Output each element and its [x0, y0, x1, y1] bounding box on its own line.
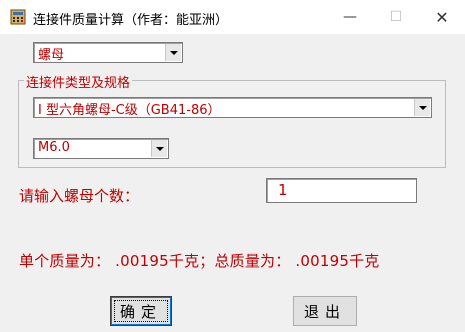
maximize-icon: ☐ — [389, 9, 403, 25]
chevron-down-icon[interactable] — [165, 44, 181, 61]
thread-size-value: M6.0 — [38, 140, 70, 155]
maximize-button[interactable]: ☐ — [373, 0, 419, 34]
minimize-button[interactable]: — — [327, 0, 373, 34]
part-type-select[interactable]: 螺母 — [33, 42, 183, 63]
chevron-down-icon[interactable] — [151, 140, 167, 157]
focus-rect — [114, 300, 168, 322]
mass-result-text: 单个质量为： .00195千克；总质量为： .00195千克 — [19, 252, 380, 270]
thread-size-select[interactable]: M6.0 — [33, 138, 169, 159]
standard-type-value: I 型六角螺母-C级（GB41-86） — [38, 103, 221, 118]
window-title: 连接件质量计算（作者：能亚洲） — [33, 13, 229, 28]
calculator-app-icon — [10, 9, 26, 25]
spec-group-legend: 连接件类型及规格 — [24, 72, 133, 91]
chevron-down-icon[interactable] — [414, 99, 430, 116]
exit-button-label: 退出 — [303, 302, 346, 321]
close-icon: ✕ — [435, 7, 449, 27]
standard-type-select[interactable]: I 型六角螺母-C级（GB41-86） — [33, 97, 432, 118]
part-type-value: 螺母 — [38, 48, 65, 63]
quantity-input[interactable]: 1 — [266, 178, 417, 203]
exit-button[interactable]: 退出 — [293, 296, 357, 326]
quantity-value: 1 — [278, 181, 288, 199]
quantity-label: 请输入螺母个数： — [19, 187, 140, 205]
close-button[interactable]: ✕ — [419, 0, 465, 34]
title-bar: 连接件质量计算（作者：能亚洲） — ☐ ✕ — [0, 0, 465, 34]
ok-button[interactable]: 确定 — [110, 296, 172, 326]
minimize-icon: — — [343, 9, 357, 25]
